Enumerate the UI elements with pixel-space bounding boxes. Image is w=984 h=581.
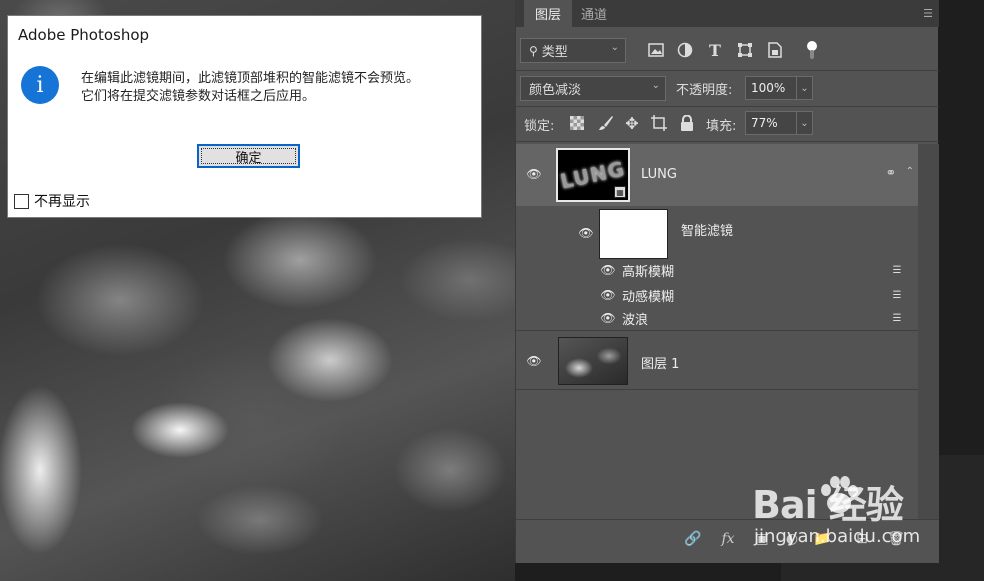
image-filter-icon[interactable] — [647, 41, 665, 59]
adjustment-filter-icon[interactable] — [676, 41, 694, 59]
new-layer-icon[interactable]: ⊞ — [852, 529, 872, 549]
fill-slider-toggle[interactable]: ⌄ — [796, 111, 813, 135]
opacity-label: 不透明度: — [676, 83, 733, 98]
info-icon: i — [21, 66, 59, 104]
opacity-input[interactable]: 100% — [745, 76, 797, 100]
visibility-eye-icon[interactable]: 👁 — [600, 288, 616, 302]
lock-position-move-icon[interactable]: ✥ — [623, 114, 641, 133]
panel-footer: 🔗 fx ▣ ◐ 📁 ⊞ 🗑 — [516, 519, 939, 563]
blend-mode-select[interactable]: 颜色减淡 ⌄ — [520, 76, 666, 101]
visibility-eye-icon[interactable]: 👁 — [526, 354, 542, 368]
visibility-eye-icon[interactable]: 👁 — [600, 311, 616, 325]
lock-all-icon[interactable] — [678, 114, 696, 132]
fill-input[interactable]: 77% — [745, 111, 797, 135]
alert-dialog: Adobe Photoshop i 在编辑此滤镜期间，此滤镜顶部堆积的智能滤镜不… — [7, 15, 482, 218]
shape-filter-icon[interactable] — [736, 41, 754, 59]
tab-layers[interactable]: 图层 — [524, 0, 572, 27]
smart-filter-indicator-icon[interactable]: ⚭ — [884, 166, 898, 181]
layer-row-lung[interactable]: 👁 LUNG ▦ LUNG ⚭ ⌃ — [516, 144, 918, 206]
type-filter-icon[interactable]: T — [706, 41, 724, 60]
layer-row-layer1[interactable]: 👁 图层 1 — [516, 330, 918, 390]
filter-blending-options-icon[interactable]: ☰ — [889, 311, 905, 325]
toggle-stem — [810, 50, 814, 59]
layer-thumbnail-lung[interactable]: LUNG ▦ — [556, 148, 630, 202]
visibility-eye-icon[interactable]: 👁 — [600, 263, 616, 277]
dont-show-again-checkbox[interactable]: 不再显示 — [14, 191, 90, 211]
opacity-slider-toggle[interactable]: ⌄ — [796, 76, 813, 100]
panel-menu-icon[interactable]: ☰ — [923, 7, 933, 20]
filter-row-gaussian-blur[interactable]: 👁 高斯模糊 ☰ — [516, 259, 918, 281]
dialog-message-line2: 它们将在提交滤镜参数对话框之后应用。 — [81, 89, 316, 104]
panel-tab-bar: 图层 通道 ☰ — [516, 0, 939, 27]
divider — [516, 106, 939, 107]
layer-thumbnail-layer1[interactable] — [558, 337, 628, 385]
collapse-arrow-icon[interactable]: ⌃ — [906, 166, 914, 177]
ok-button[interactable]: 确定 — [197, 144, 300, 168]
dialog-title: Adobe Photoshop — [18, 26, 150, 44]
filter-name: 高斯模糊 — [622, 265, 675, 280]
divider — [516, 70, 939, 71]
tab-channels[interactable]: 通道 — [572, 0, 616, 27]
smart-filter-mask-thumbnail[interactable] — [599, 209, 668, 259]
filter-blending-options-icon[interactable]: ☰ — [889, 263, 905, 277]
smart-filters-visibility-eye-icon[interactable]: 👁 — [578, 226, 594, 240]
filter-kind-select[interactable]: ⚲ 类型 ⌄ — [520, 38, 626, 63]
smart-object-filter-icon[interactable] — [766, 41, 784, 59]
filter-row-motion-blur[interactable]: 👁 动感模糊 ☰ — [516, 284, 918, 306]
search-icon: ⚲ — [529, 43, 538, 58]
dont-show-again-label: 不再显示 — [34, 194, 90, 210]
fill-label: 填充: — [706, 119, 737, 134]
add-mask-icon[interactable]: ▣ — [752, 529, 772, 549]
lock-label: 锁定: — [524, 119, 555, 134]
chevron-down-icon: ⌄ — [651, 80, 660, 91]
layer-name-lung[interactable]: LUNG — [641, 167, 677, 182]
smart-filters-block: 👁 智能滤镜 👁 高斯模糊 ☰ 👁 动感模糊 ☰ 👁 波浪 ☰ — [516, 206, 918, 330]
layers-list: 👁 LUNG ▦ LUNG ⚭ ⌃ 👁 智能滤镜 👁 高斯模糊 ☰ 👁 动感模糊… — [516, 144, 918, 519]
new-group-icon[interactable]: 📁 — [812, 529, 832, 549]
link-layers-icon[interactable]: 🔗 — [683, 529, 703, 549]
divider — [516, 141, 939, 142]
filter-name: 动感模糊 — [622, 290, 675, 305]
filter-name: 波浪 — [622, 313, 649, 328]
layers-panel: 图层 通道 ☰ ⚲ 类型 ⌄ T 颜色减淡 ⌄ 不透明度: 100% ⌄ 锁定:… — [515, 0, 939, 563]
checkbox-box[interactable] — [14, 193, 29, 209]
lock-image-pixels-brush-icon[interactable] — [597, 114, 615, 132]
delete-layer-icon[interactable]: 🗑 — [886, 529, 906, 549]
filter-row: ⚲ 类型 ⌄ T — [516, 33, 939, 68]
filter-toggle-switch[interactable] — [807, 41, 817, 59]
filter-kind-label: 类型 — [541, 45, 568, 60]
filter-blending-options-icon[interactable]: ☰ — [889, 288, 905, 302]
smart-filters-label: 智能滤镜 — [681, 224, 734, 239]
smart-object-badge-icon: ▦ — [614, 186, 626, 198]
layers-scrollbar[interactable] — [918, 144, 939, 519]
visibility-eye-icon[interactable]: 👁 — [526, 167, 542, 181]
chevron-down-icon: ⌄ — [610, 42, 619, 53]
filter-row-wave[interactable]: 👁 波浪 ☰ — [516, 307, 918, 329]
blend-mode-value: 颜色减淡 — [529, 83, 582, 98]
layer-name-layer1[interactable]: 图层 1 — [641, 353, 679, 372]
lock-artboard-icon[interactable] — [650, 114, 668, 132]
lock-transparent-pixels-icon[interactable] — [568, 114, 586, 132]
fx-button[interactable]: fx — [718, 529, 738, 549]
new-adjustment-layer-icon[interactable]: ◐ — [782, 529, 802, 549]
dialog-message-line1: 在编辑此滤镜期间，此滤镜顶部堆积的智能滤镜不会预览。 — [81, 71, 420, 86]
